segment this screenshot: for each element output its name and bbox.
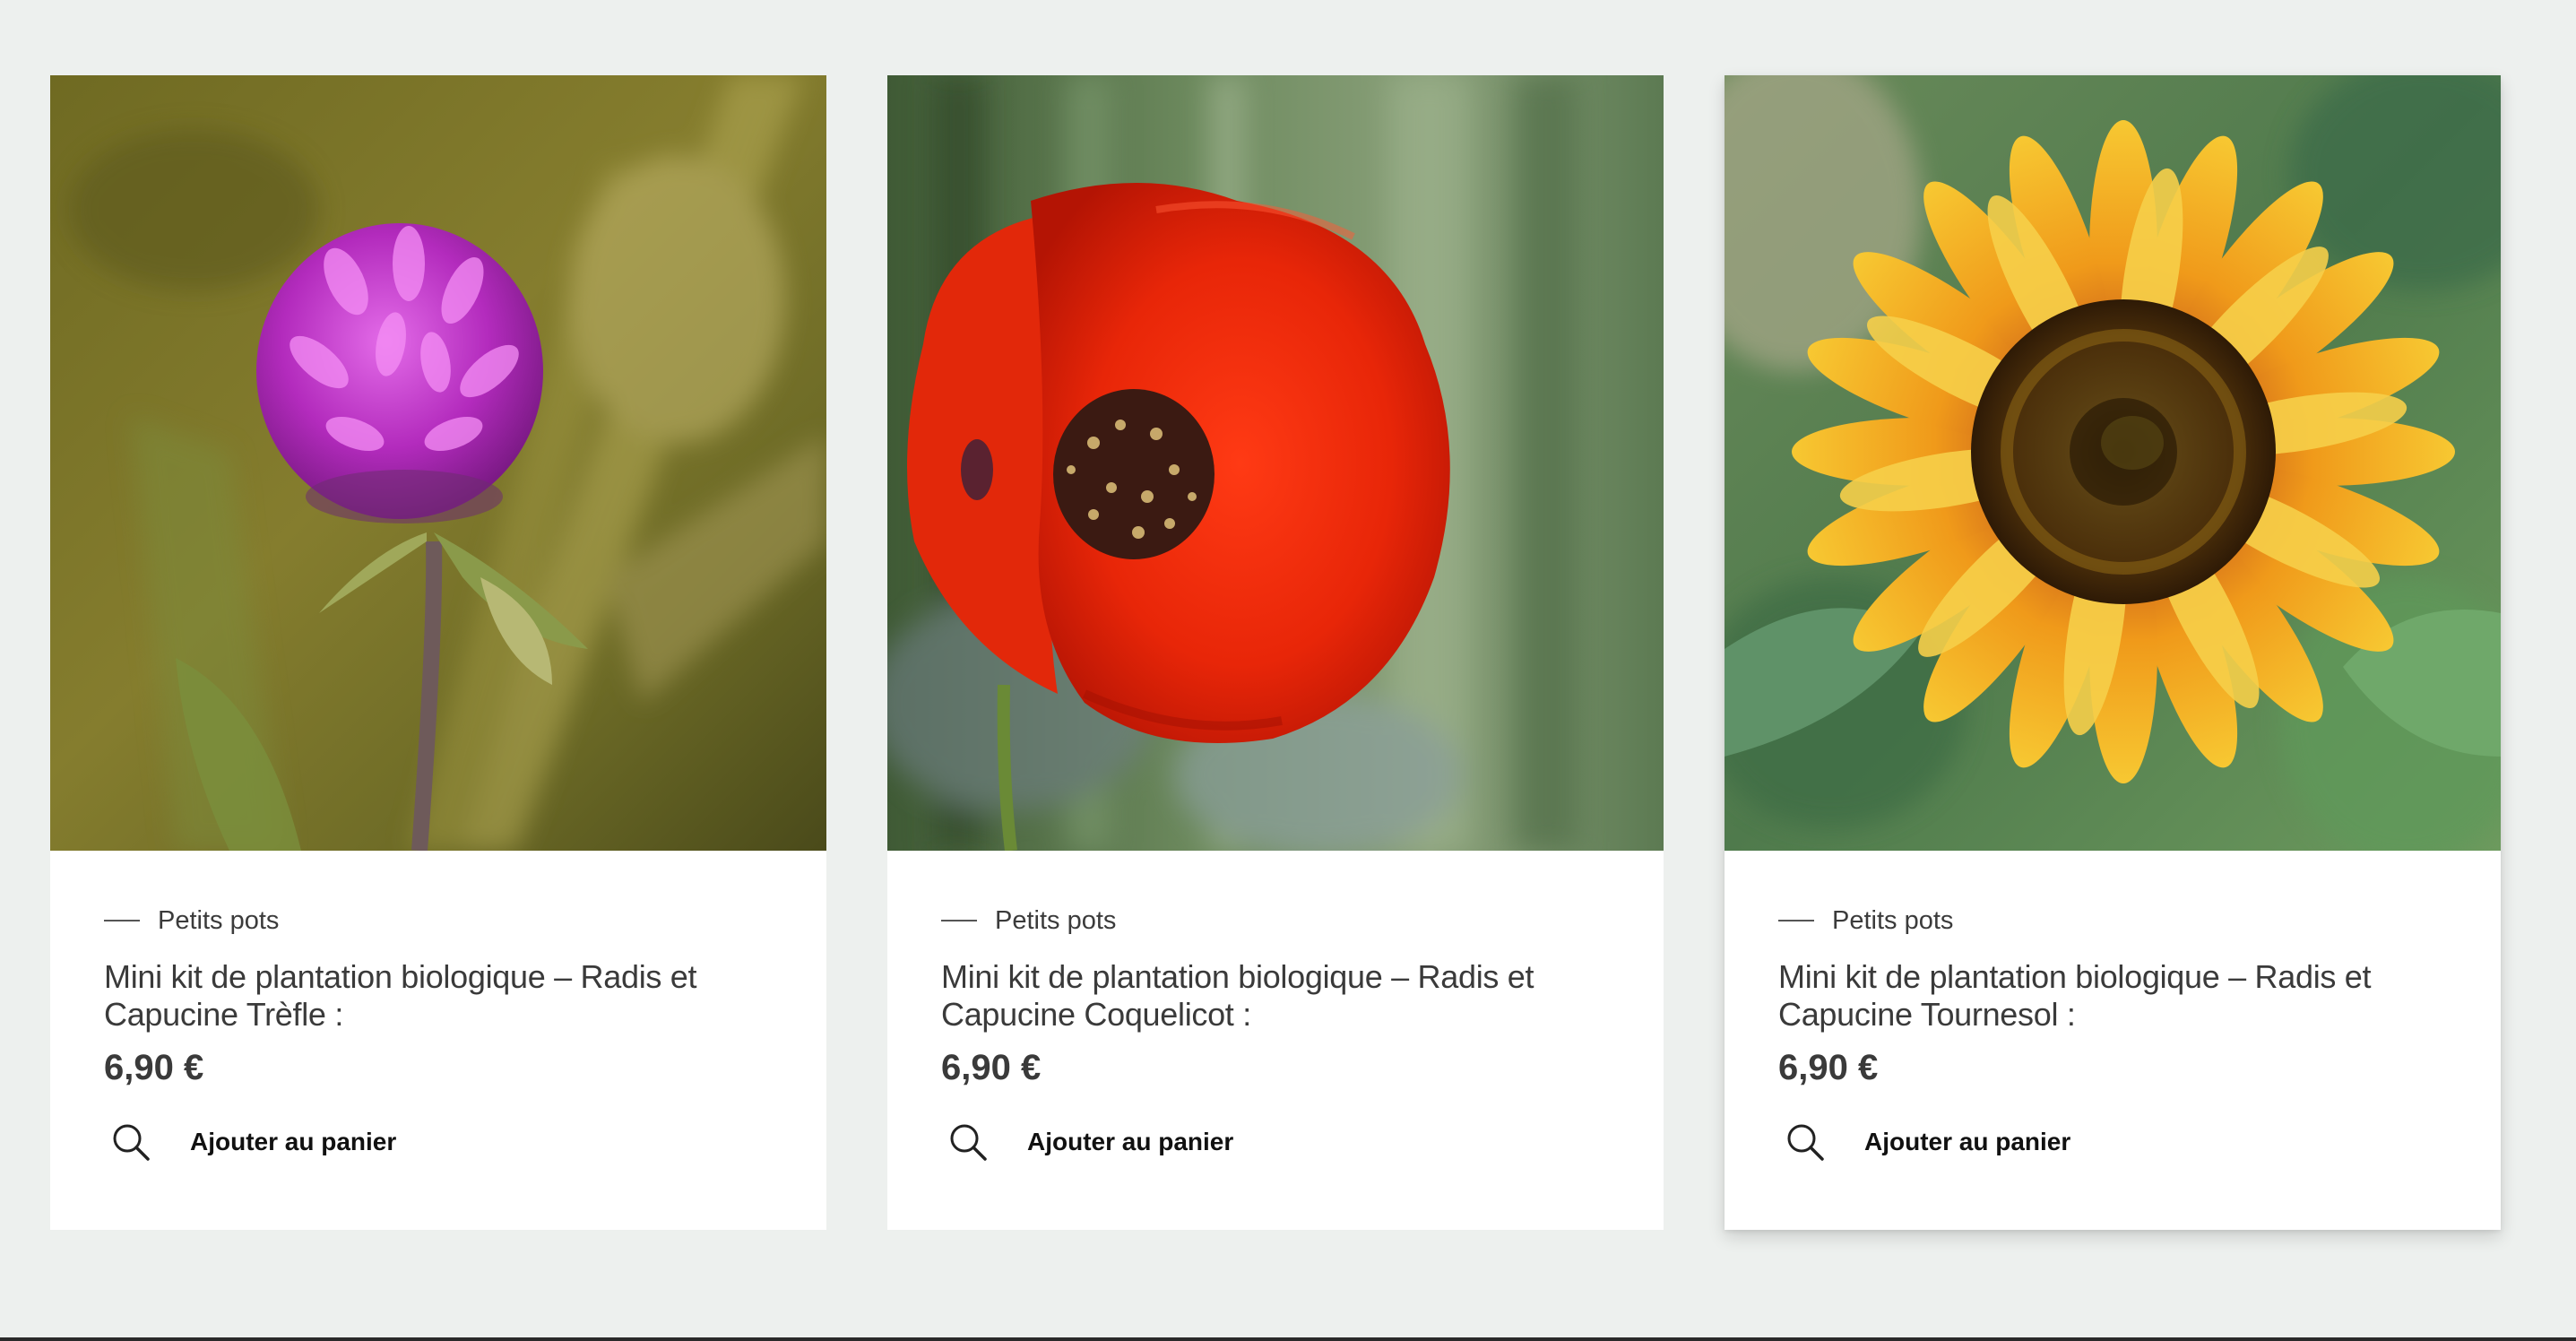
product-category[interactable]: Petits pots bbox=[1778, 903, 2447, 939]
category-label[interactable]: Petits pots bbox=[1832, 906, 1953, 936]
product-title[interactable]: Mini kit de plantation biologique – Radi… bbox=[104, 958, 773, 1034]
search-icon bbox=[113, 1124, 150, 1161]
quick-view-button[interactable] bbox=[109, 1120, 152, 1164]
clover-photo bbox=[50, 75, 826, 851]
footer-border bbox=[0, 1337, 2576, 1341]
product-title[interactable]: Mini kit de plantation biologique – Radi… bbox=[1778, 958, 2447, 1034]
product-actions: Ajouter au panier bbox=[941, 1120, 1610, 1164]
sunflower-photo bbox=[1725, 75, 2501, 851]
search-icon bbox=[1787, 1124, 1824, 1161]
quick-view-button[interactable] bbox=[1784, 1120, 1827, 1164]
product-title[interactable]: Mini kit de plantation biologique – Radi… bbox=[941, 958, 1610, 1034]
product-category[interactable]: Petits pots bbox=[941, 903, 1610, 939]
product-card[interactable]: Petits pots Mini kit de plantation biolo… bbox=[887, 75, 1664, 1230]
product-price: 6,90 € bbox=[1778, 1048, 1879, 1087]
product-image[interactable] bbox=[887, 75, 1664, 851]
add-to-cart-button[interactable]: Ajouter au panier bbox=[190, 1128, 396, 1156]
add-to-cart-button[interactable]: Ajouter au panier bbox=[1027, 1128, 1233, 1156]
search-icon bbox=[950, 1124, 987, 1161]
category-divider bbox=[1778, 920, 1814, 921]
product-actions: Ajouter au panier bbox=[1778, 1120, 2447, 1164]
category-divider bbox=[941, 920, 977, 921]
category-divider bbox=[104, 920, 140, 921]
quick-view-button[interactable] bbox=[947, 1120, 990, 1164]
poppy-photo bbox=[887, 75, 1664, 851]
product-price: 6,90 € bbox=[941, 1048, 1042, 1087]
category-label[interactable]: Petits pots bbox=[158, 906, 279, 936]
product-image[interactable] bbox=[1725, 75, 2501, 851]
product-price: 6,90 € bbox=[104, 1048, 204, 1087]
product-card[interactable]: Petits pots Mini kit de plantation biolo… bbox=[50, 75, 826, 1230]
product-actions: Ajouter au panier bbox=[104, 1120, 773, 1164]
product-image[interactable] bbox=[50, 75, 826, 851]
add-to-cart-button[interactable]: Ajouter au panier bbox=[1864, 1128, 2070, 1156]
product-category[interactable]: Petits pots bbox=[104, 903, 773, 939]
product-grid: Petits pots Mini kit de plantation biolo… bbox=[50, 75, 2501, 1230]
product-card[interactable]: Petits pots Mini kit de plantation biolo… bbox=[1725, 75, 2501, 1230]
category-label[interactable]: Petits pots bbox=[995, 906, 1116, 936]
